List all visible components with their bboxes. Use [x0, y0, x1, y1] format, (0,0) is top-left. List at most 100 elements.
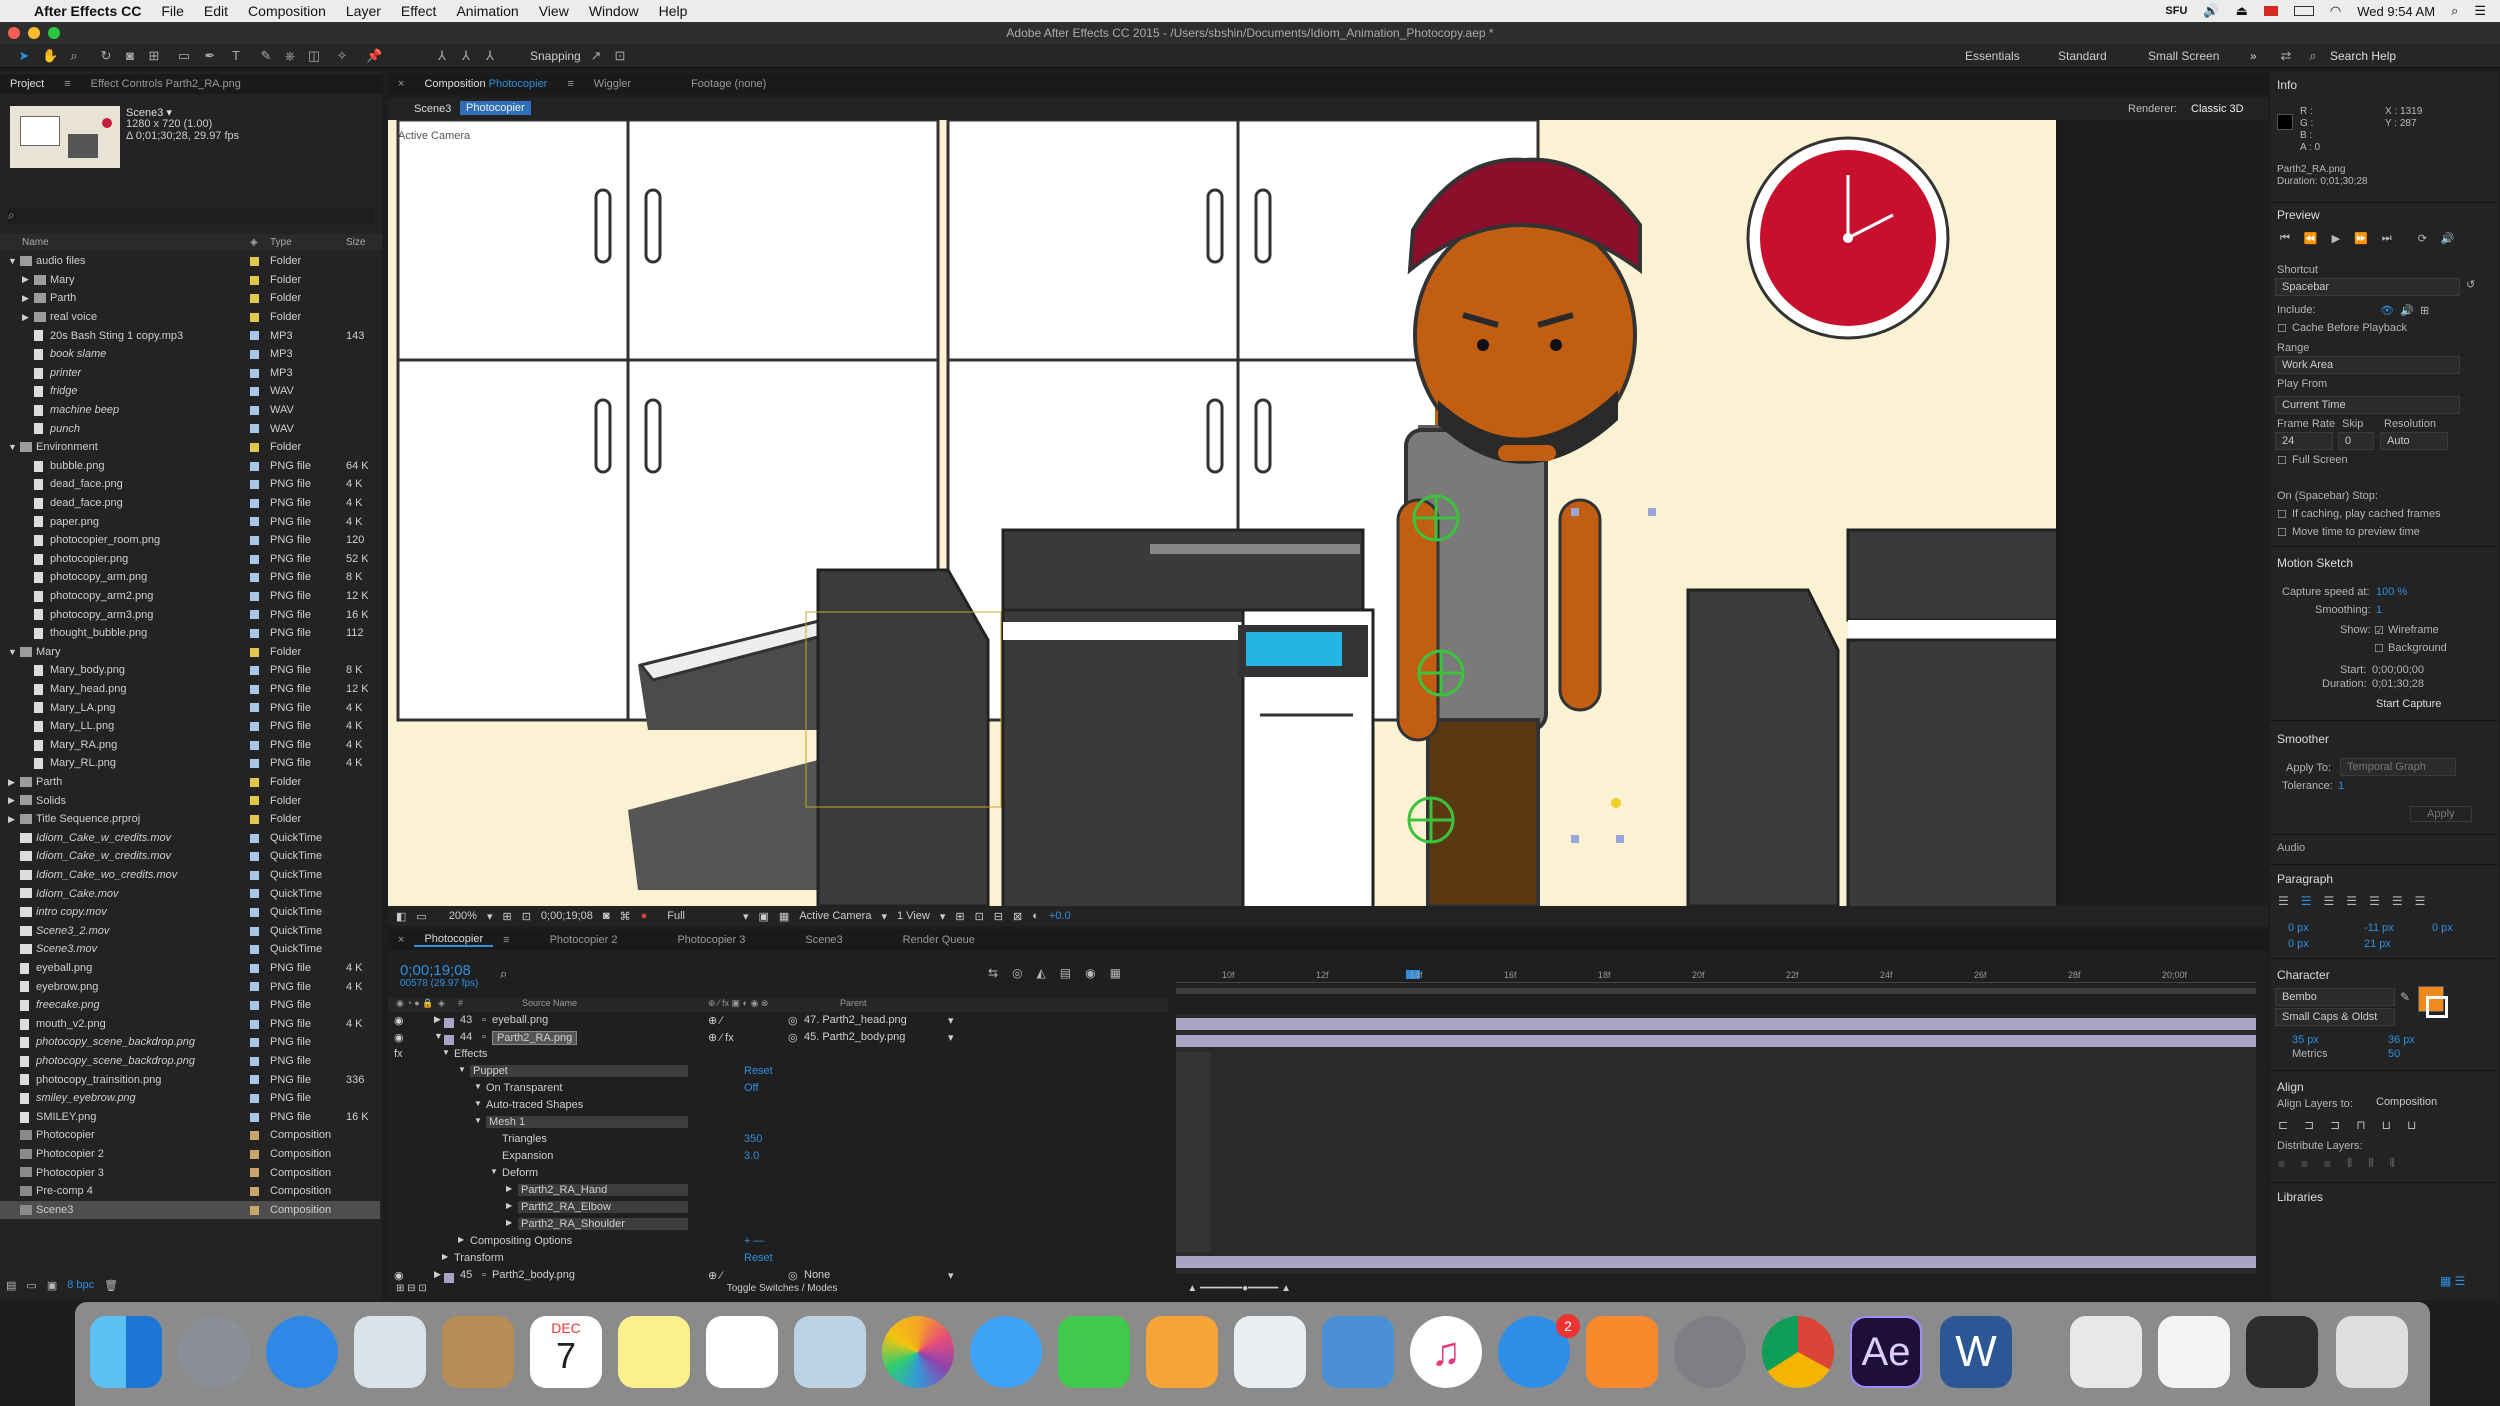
- project-folder[interactable]: ▶ Mary Folder: [0, 271, 380, 290]
- column-name[interactable]: Name: [22, 237, 49, 248]
- disclosure-triangle-icon[interactable]: ▶: [8, 814, 15, 825]
- label-color-swatch[interactable]: [250, 610, 259, 620]
- label-color-swatch[interactable]: [250, 1168, 259, 1178]
- label-color-swatch[interactable]: [250, 1056, 259, 1066]
- color-channel-icon[interactable]: ●: [641, 910, 648, 922]
- label-color-swatch[interactable]: [250, 257, 259, 266]
- project-item[interactable]: Photocopier Composition: [0, 1126, 380, 1145]
- property-row[interactable]: Expansion 3.0: [388, 1150, 1168, 1167]
- snapping-options-icon[interactable]: ↗: [588, 48, 604, 64]
- tab-composition[interactable]: Composition Photocopier: [414, 78, 557, 90]
- exposure-reset-icon[interactable]: ◐: [1032, 910, 1039, 922]
- label-color-swatch[interactable]: [444, 1035, 454, 1045]
- property-row[interactable]: ▶ Parth2_RA_Shoulder: [388, 1218, 1168, 1235]
- column-label-icon[interactable]: ◈: [250, 237, 258, 248]
- label-color-swatch[interactable]: [250, 461, 259, 471]
- tab-wiggler[interactable]: Wiggler: [584, 78, 641, 90]
- timeline-toggle-icon[interactable]: ⊟: [994, 910, 1003, 923]
- work-area-bar[interactable]: [1176, 988, 2256, 994]
- property-row[interactable]: ▼ Deform: [388, 1167, 1168, 1184]
- range-select[interactable]: Work Area: [2275, 356, 2460, 374]
- label-color-swatch[interactable]: [250, 796, 259, 806]
- label-color-swatch[interactable]: [250, 294, 259, 304]
- rotate-tool-icon[interactable]: ↻: [98, 48, 114, 64]
- space-after[interactable]: 21 px: [2364, 938, 2391, 950]
- indent-first[interactable]: 0 px: [2288, 938, 2309, 950]
- axis-local-icon[interactable]: ⅄: [434, 48, 450, 64]
- tab-project[interactable]: Project: [0, 78, 54, 90]
- time-ruler[interactable]: 10f 12f 14f 16f 18f 20f 22f 24f 26f 28f 20;00f: [1176, 970, 2256, 994]
- label-color-swatch[interactable]: [250, 498, 259, 508]
- project-item[interactable]: photocopier_room.png PNG file 120: [0, 531, 380, 550]
- label-color-swatch[interactable]: [250, 889, 259, 899]
- distribute-top-icon[interactable]: ≡: [2278, 1157, 2285, 1171]
- renderer-value[interactable]: Classic 3D: [2191, 103, 2244, 115]
- project-folder[interactable]: ▶ Parth Folder: [0, 289, 380, 308]
- search-help-input[interactable]: Search Help: [2330, 49, 2396, 63]
- current-time-display[interactable]: 0;00;19;08: [541, 910, 593, 922]
- label-color-swatch[interactable]: [250, 1112, 259, 1122]
- indent-left[interactable]: 0 px: [2288, 922, 2309, 934]
- label-color-swatch[interactable]: [250, 1001, 259, 1010]
- view-layout-select[interactable]: 1 View: [897, 910, 930, 922]
- label-color-swatch[interactable]: [250, 1019, 259, 1029]
- dock-document-1-icon[interactable]: [2070, 1316, 2142, 1388]
- hand-tool-icon[interactable]: ✋: [42, 48, 58, 64]
- label-color-swatch[interactable]: [250, 945, 259, 955]
- project-item[interactable]: Scene3 Composition: [0, 1200, 380, 1220]
- property-value[interactable]: + —: [744, 1235, 764, 1247]
- exposure-value[interactable]: +0.0: [1049, 910, 1071, 922]
- disclosure-triangle-icon[interactable]: ▶: [22, 274, 29, 285]
- property-row[interactable]: ▼ Puppet Reset: [388, 1065, 1168, 1082]
- track-bar-parth2-body[interactable]: [1176, 1256, 2256, 1268]
- project-item[interactable]: dead_face.png PNG file 4 K: [0, 494, 380, 513]
- label-color-swatch[interactable]: [250, 629, 259, 638]
- dock-document-2-icon[interactable]: [2158, 1316, 2230, 1388]
- transparency-grid-icon[interactable]: ▦: [779, 910, 789, 923]
- region-of-interest-icon[interactable]: ▣: [759, 910, 769, 923]
- align-left-icon[interactable]: ☰: [2278, 894, 2289, 908]
- layer-name[interactable]: Parth2_RA.png: [492, 1031, 578, 1045]
- disclosure-triangle-icon[interactable]: ▼: [8, 256, 17, 266]
- label-color-swatch[interactable]: [250, 982, 259, 992]
- layer-switches-icon[interactable]: ⊕ ⁄: [708, 1014, 722, 1027]
- dock-keynote-icon[interactable]: [1322, 1316, 1394, 1388]
- distribute-bottom-icon[interactable]: ≡: [2324, 1157, 2331, 1171]
- label-color-swatch[interactable]: [250, 443, 259, 452]
- project-item[interactable]: Scene3_2.mov QuickTime: [0, 922, 380, 941]
- track-area[interactable]: [1176, 1014, 2256, 1274]
- property-value[interactable]: 3.0: [744, 1150, 759, 1162]
- label-color-swatch[interactable]: [250, 1075, 259, 1085]
- project-item[interactable]: Photocopier 2 Composition: [0, 1145, 380, 1164]
- property-row[interactable]: fx ▼ Effects: [388, 1048, 1168, 1065]
- puppet-pin-tool-icon[interactable]: 📌: [366, 48, 382, 64]
- prev-frame-icon[interactable]: ⏪: [2304, 232, 2318, 245]
- motion-blur-icon[interactable]: ◉: [1085, 966, 1095, 980]
- battery-icon[interactable]: [2293, 6, 2314, 16]
- audio-preview-icon[interactable]: 🔊: [2441, 232, 2455, 245]
- menu-help[interactable]: Help: [659, 3, 688, 19]
- project-item[interactable]: punch WAV: [0, 419, 380, 438]
- kerning-value[interactable]: Metrics: [2292, 1048, 2327, 1060]
- draft-3d-icon[interactable]: ◎: [1012, 966, 1022, 980]
- libraries-view-icon[interactable]: ▦ ☰: [2440, 1274, 2465, 1288]
- distribute-vcenter-icon[interactable]: ≡: [2301, 1157, 2308, 1171]
- label-color-swatch[interactable]: [250, 368, 259, 378]
- label-color-swatch[interactable]: [250, 480, 259, 490]
- project-item[interactable]: freecake.png PNG file: [0, 996, 380, 1015]
- disclosure-triangle-icon[interactable]: ▶: [434, 1269, 441, 1280]
- project-search-input[interactable]: ⌕: [8, 208, 374, 224]
- label-color-swatch[interactable]: [250, 777, 259, 787]
- align-bottom-edges-icon[interactable]: ⊔: [2407, 1118, 2416, 1132]
- pixel-aspect-icon[interactable]: ⊞: [955, 910, 964, 923]
- frame-blending-icon[interactable]: ▤: [1060, 966, 1071, 980]
- layer-parent[interactable]: 45. Parth2_body.png: [804, 1031, 905, 1043]
- project-item[interactable]: Idiom_Cake_wo_credits.mov QuickTime: [0, 866, 380, 885]
- disclosure-triangle-icon[interactable]: ▼: [474, 1082, 482, 1091]
- capture-speed-value[interactable]: 100 %: [2376, 586, 2407, 598]
- workspace-small-screen[interactable]: Small Screen: [2148, 49, 2219, 63]
- project-item[interactable]: Mary_LA.png PNG file 4 K: [0, 698, 380, 717]
- col-parent[interactable]: Parent: [840, 998, 867, 1008]
- justify-center-icon[interactable]: ☰: [2369, 894, 2380, 908]
- menu-edit[interactable]: Edit: [204, 3, 228, 19]
